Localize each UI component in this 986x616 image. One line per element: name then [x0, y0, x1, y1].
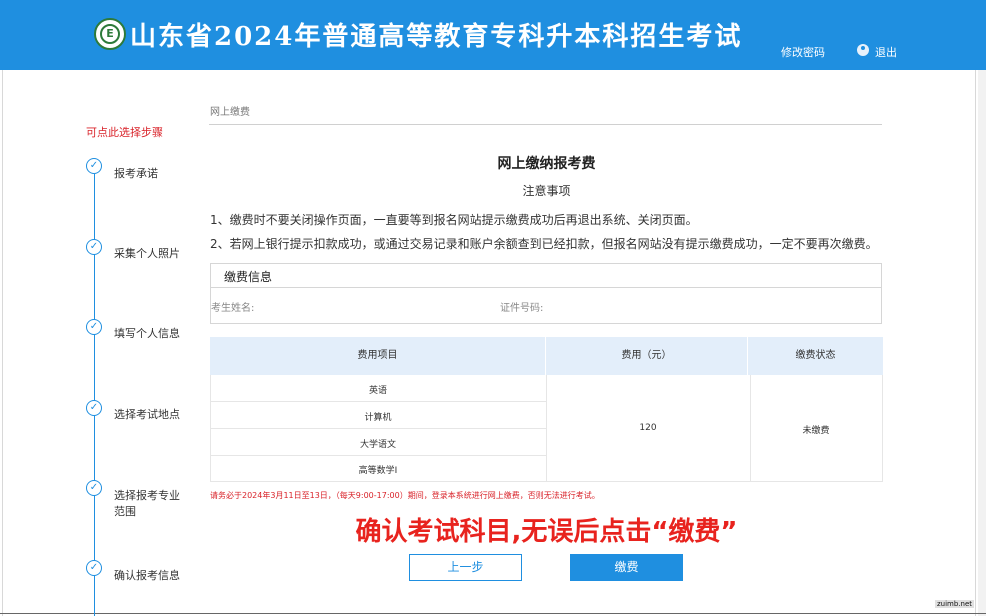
user-icon [857, 44, 869, 56]
table-divider [882, 375, 883, 482]
step-major-range[interactable]: 选择报考专业范围 [114, 488, 186, 520]
step-exam-location[interactable]: 选择考试地点 [114, 407, 180, 423]
column-header-status: 缴费状态 [748, 337, 883, 375]
frame-left-border [2, 70, 3, 616]
id-number-label: 证件号码: [500, 303, 544, 314]
notice-item: 1、缴费时不要关闭操作页面，一直要等到报名网站提示缴费成功后再退出系统、关闭页面… [210, 213, 698, 227]
payment-info-panel: 缴费信息 考生姓名: 证件号码: [210, 263, 882, 324]
logo-icon: E [94, 18, 126, 50]
step-hint: 可点此选择步骤 [86, 126, 163, 139]
candidate-name-label: 考生姓名: [211, 303, 255, 314]
column-header-amount: 费用（元） [546, 337, 748, 375]
payment-info-title: 缴费信息 [224, 270, 273, 284]
column-header-item: 费用项目 [210, 337, 546, 375]
notice-item: 2、若网上银行提示扣款成功，或通过交易记录和账户余额查到已经扣款，但报名网站没有… [210, 237, 878, 251]
frame-bottom-border [0, 613, 986, 614]
watermark: zuimb.net [935, 600, 975, 608]
table-divider [210, 428, 546, 429]
fee-table-body: 英语 计算机 大学语文 高等数学I 120 未缴费 [210, 375, 883, 482]
top-header: E 山东省2024年普通高等教育专科升本科招生考试 修改密码 退出 [0, 0, 986, 70]
breadcrumb-divider [209, 124, 882, 125]
deadline-warning: 请务必于2024年3月11日至13日，（每天9:00-17:00）期间，登录本系… [210, 491, 600, 500]
change-password-link[interactable]: 修改密码 [781, 44, 825, 60]
payment-info-header: 缴费信息 [211, 264, 881, 288]
table-cell-amount: 120 [639, 423, 657, 433]
check-icon[interactable]: ✓ [86, 560, 102, 576]
pay-button[interactable]: 缴费 [570, 554, 683, 581]
check-icon[interactable]: ✓ [86, 158, 102, 174]
site-title: 山东省2024年普通高等教育专科升本科招生考试 [130, 22, 743, 52]
check-icon[interactable]: ✓ [86, 319, 102, 335]
check-icon[interactable]: ✓ [86, 400, 102, 416]
table-divider [210, 401, 546, 402]
check-icon[interactable]: ✓ [86, 480, 102, 496]
step-confirm-info[interactable]: 确认报考信息 [114, 568, 180, 584]
previous-step-button[interactable]: 上一步 [409, 554, 522, 581]
scrollbar-track[interactable] [978, 70, 986, 616]
table-cell-status: 未缴费 [802, 426, 830, 436]
table-cell-subject: 高等数学I [358, 466, 398, 476]
page-title: 网上缴纳报考费 [497, 156, 596, 172]
logout-link[interactable]: 退出 [875, 44, 897, 60]
frame-right-border [975, 70, 976, 616]
table-cell-subject: 英语 [368, 386, 387, 396]
fee-table: 费用项目 费用（元） 缴费状态 英语 计算机 大学语文 高等数学I 120 未缴… [210, 337, 883, 482]
notice-title: 注意事项 [522, 184, 571, 198]
check-icon[interactable]: ✓ [86, 239, 102, 255]
step-photo[interactable]: 采集个人照片 [114, 246, 180, 262]
table-divider [210, 455, 546, 456]
breadcrumb: 网上缴费 [210, 107, 250, 118]
table-cell-subject: 计算机 [364, 413, 392, 423]
step-commitment[interactable]: 报考承诺 [114, 166, 158, 182]
instruction-overlay: 确认考试科目,无误后点击“缴费” [355, 517, 738, 547]
step-personal-info[interactable]: 填写个人信息 [114, 326, 180, 342]
table-cell-subject: 大学语文 [359, 440, 396, 450]
